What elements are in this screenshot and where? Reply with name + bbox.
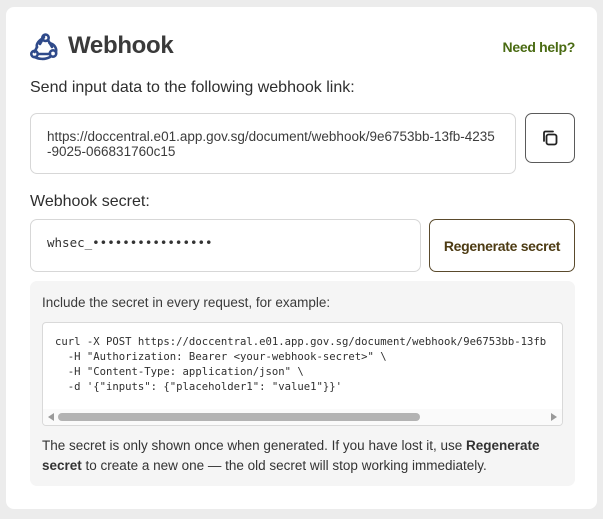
copy-button[interactable] [525, 113, 575, 163]
regenerate-secret-button[interactable]: Regenerate secret [429, 219, 575, 272]
note-text: The secret is only shown once when gener… [42, 438, 466, 453]
webhook-icon [29, 33, 60, 61]
scrollbar-thumb[interactable] [58, 413, 420, 421]
webhook-card: Webhook Need help? Send input data to th… [6, 7, 597, 509]
example-panel: Include the secret in every request, for… [30, 281, 575, 486]
code-line: -d '{"inputs": {"placeholder1": "value1"… [55, 381, 343, 393]
secret-note: The secret is only shown once when gener… [42, 436, 552, 476]
webhook-url-field[interactable]: https://doccentral.e01.app.gov.sg/docume… [30, 113, 516, 174]
scroll-left-arrow-icon[interactable] [48, 413, 54, 421]
code-line: curl -X POST https://doccentral.e01.app.… [55, 336, 547, 348]
code-line: -H "Content-Type: application/json" \ [55, 366, 304, 378]
code-content: curl -X POST https://doccentral.e01.app.… [55, 335, 546, 395]
page-title: Webhook [68, 32, 174, 59]
note-text-end: to create a new one — the old secret wil… [81, 458, 487, 473]
example-intro: Include the secret in every request, for… [42, 295, 331, 310]
webhook-link-label: Send input data to the following webhook… [30, 79, 355, 96]
need-help-link[interactable]: Need help? [503, 39, 576, 55]
scroll-right-arrow-icon[interactable] [551, 413, 557, 421]
webhook-secret-field[interactable]: whsec_•••••••••••••••• [30, 219, 421, 272]
code-block[interactable]: curl -X POST https://doccentral.e01.app.… [42, 322, 563, 426]
header: Webhook Need help? [29, 31, 576, 63]
horizontal-scrollbar[interactable] [43, 409, 562, 425]
webhook-secret-label: Webhook secret: [30, 193, 150, 210]
code-line: -H "Authorization: Bearer <your-webhook-… [55, 351, 387, 363]
